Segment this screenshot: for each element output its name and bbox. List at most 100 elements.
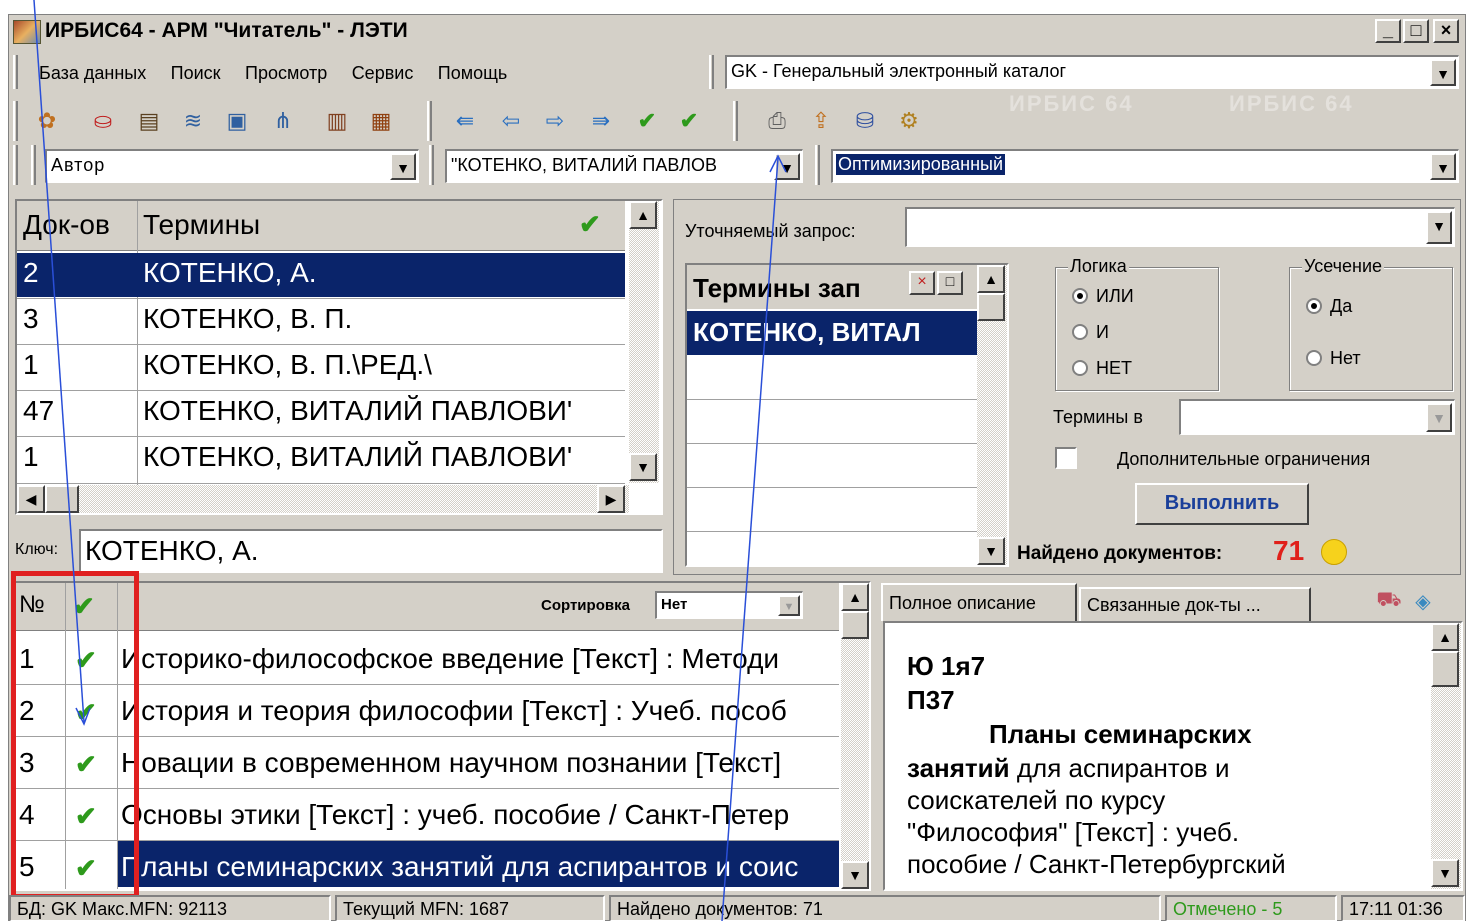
chevron-down-icon[interactable]: ▼ <box>1430 59 1456 86</box>
print-icon[interactable]: ⎙ <box>761 105 793 137</box>
mark-all-icon[interactable]: ✔ <box>673 105 705 137</box>
found-count: 71 <box>1273 535 1305 566</box>
scroll-up-icon[interactable]: ▲ <box>1431 623 1459 651</box>
scroll-down-icon[interactable]: ▼ <box>977 537 1005 565</box>
table-cell-term: КОТЕНКО, А. <box>143 257 317 288</box>
result-title[interactable]: Новации в современном научном познании [… <box>121 747 839 779</box>
truncation-no-radio[interactable] <box>1306 350 1322 366</box>
result-title[interactable]: История и теория философии [Текст] : Уче… <box>121 695 839 727</box>
terms-horizontal-scrollbar[interactable] <box>17 485 629 513</box>
book-icon[interactable]: ▥ <box>321 105 353 137</box>
close-button[interactable]: × <box>1433 19 1459 43</box>
scroll-down-icon[interactable]: ▼ <box>1431 859 1459 887</box>
chevron-down-icon[interactable]: ▼ <box>1430 153 1456 180</box>
truncation-no-label: Нет <box>1330 348 1361 368</box>
table-cell-term[interactable]: КОТЕНКО, ВИТАЛИЙ ПАВЛОВИ' <box>143 441 623 473</box>
menu-service[interactable]: Сервис <box>352 63 414 83</box>
scroll-right-icon[interactable]: ▶ <box>597 485 625 513</box>
maximize-button[interactable]: □ <box>1403 19 1429 43</box>
save-icon[interactable]: ⛁ <box>849 105 881 137</box>
tab-full-description[interactable]: Полное описание <box>881 583 1077 621</box>
thesaurus-icon[interactable]: ▣ <box>221 105 253 137</box>
grid-line <box>17 483 625 484</box>
description-shelfmark: Ю 1я7 <box>907 651 986 681</box>
logic-not-label: НЕТ <box>1096 358 1132 378</box>
sort-select[interactable]: Нет ▼ <box>655 591 803 619</box>
menu-help[interactable]: Помощь <box>438 63 508 83</box>
table-cell-term[interactable]: КОТЕНКО, В. П.\РЕД.\ <box>143 349 432 381</box>
tab-related-documents[interactable]: Связанные док-ты ... <box>1079 587 1311 621</box>
table-cell-term[interactable]: КОТЕНКО, В. П. <box>143 303 352 335</box>
status-found: Найдено документов: 71 <box>609 895 1161 921</box>
search-field-select[interactable]: Автор ▼ <box>45 149 419 183</box>
scroll-up-icon[interactable]: ▲ <box>841 583 869 611</box>
export-icon[interactable]: ⇪ <box>805 105 837 137</box>
table-cell-count[interactable]: 3 <box>23 303 39 335</box>
table-cell-count[interactable]: 1 <box>23 349 39 381</box>
search-mode-select[interactable]: Оптимизированный ▼ <box>831 149 1459 183</box>
logic-or-radio[interactable] <box>1072 288 1088 304</box>
scroll-thumb[interactable] <box>841 611 869 639</box>
logic-not-radio[interactable] <box>1072 360 1088 376</box>
key-input[interactable]: КОТЕНКО, А. <box>79 529 663 573</box>
chevron-down-icon[interactable]: ▼ <box>390 153 416 180</box>
restore-icon[interactable]: □ <box>937 271 963 295</box>
truncation-yes-radio[interactable] <box>1306 298 1322 314</box>
result-title[interactable]: Историко-философское введение [Текст] : … <box>121 643 839 675</box>
database-select[interactable]: GK - Генеральный электронный каталог ▼ <box>725 55 1459 89</box>
status-marked: Отмечено - 5 <box>1165 895 1337 921</box>
terms-vertical-scrollbar[interactable] <box>629 201 659 483</box>
minimize-button[interactable]: _ <box>1375 19 1401 43</box>
column-header-terms[interactable]: Термины <box>143 209 260 241</box>
table-cell-count[interactable]: 47 <box>23 395 54 427</box>
table-row-selected[interactable] <box>17 253 625 297</box>
close-icon[interactable]: × <box>909 271 935 295</box>
bookmark-icon[interactable]: ◈ <box>1407 589 1439 617</box>
refine-query-select[interactable]: ▼ <box>905 207 1455 247</box>
scroll-up-icon[interactable]: ▲ <box>977 265 1005 293</box>
menu-search[interactable]: Поиск <box>171 63 221 83</box>
first-record-icon[interactable]: ⇚ <box>449 105 481 137</box>
table-cell-term[interactable]: КОТЕНКО, ВИТАЛИЙ ПАВЛОВИ' <box>143 395 623 427</box>
chevron-down-icon[interactable]: ▼ <box>778 595 800 616</box>
last-record-icon[interactable]: ⇛ <box>585 105 617 137</box>
extra-restrictions-label: Дополнительные ограничения <box>1117 449 1371 469</box>
title-bar: ИРБИС64 - АРМ "Читатель" - ЛЭТИ _ □ × <box>9 15 1465 49</box>
notebook-icon[interactable]: ▦ <box>365 105 397 137</box>
column-header-count[interactable]: Док-ов <box>23 209 110 241</box>
scroll-down-icon[interactable]: ▼ <box>841 861 869 889</box>
result-title[interactable]: Основы этики [Текст] : учеб. пособие / С… <box>121 799 839 831</box>
chevron-down-icon[interactable]: ▼ <box>1426 403 1452 432</box>
description-line: занятий для аспирантов и <box>907 753 1229 784</box>
scroll-thumb[interactable] <box>45 485 79 513</box>
next-record-icon[interactable]: ⇨ <box>539 105 571 137</box>
tree-icon[interactable]: ⋔ <box>267 105 299 137</box>
basket-icon[interactable]: ⛀ <box>87 105 119 137</box>
folder-icon[interactable]: ▤ <box>133 105 165 137</box>
scroll-up-icon[interactable]: ▲ <box>629 201 657 229</box>
prev-record-icon[interactable]: ⇦ <box>495 105 527 137</box>
menu-view[interactable]: Просмотр <box>245 63 327 83</box>
search-term-select[interactable]: "КОТЕНКО, ВИТАЛИЙ ПАВЛОВ ▼ <box>445 149 803 183</box>
mark-icon[interactable]: ✔ <box>631 105 663 137</box>
terms-in-select[interactable]: ▼ <box>1179 399 1455 435</box>
logic-and-radio[interactable] <box>1072 324 1088 340</box>
table-cell-count[interactable]: 1 <box>23 441 39 473</box>
extra-restrictions-checkbox[interactable] <box>1055 447 1077 469</box>
scroll-thumb[interactable] <box>977 293 1005 321</box>
scroll-down-icon[interactable]: ▼ <box>629 453 657 481</box>
basket-icon[interactable]: ⛟ <box>1373 589 1405 617</box>
result-title[interactable]: Планы семинарских занятий для аспирантов… <box>121 851 839 883</box>
dictionary-icon[interactable]: ≋ <box>177 105 209 137</box>
logic-group: Логика ИЛИ И НЕТ <box>1055 256 1219 391</box>
scroll-left-icon[interactable]: ◀ <box>17 485 45 513</box>
menu-database[interactable]: База данных <box>39 63 146 83</box>
chevron-down-icon[interactable]: ▼ <box>1426 211 1452 244</box>
smiley-icon <box>1321 539 1347 565</box>
chevron-down-icon[interactable]: ▼ <box>774 153 800 180</box>
database-open-icon[interactable]: ✿ <box>31 105 63 137</box>
scroll-thumb[interactable] <box>1431 651 1459 687</box>
status-time: 17:11 01:36 <box>1341 895 1465 921</box>
tools-icon[interactable]: ⚙ <box>893 105 925 137</box>
execute-button[interactable]: Выполнить <box>1135 483 1309 525</box>
